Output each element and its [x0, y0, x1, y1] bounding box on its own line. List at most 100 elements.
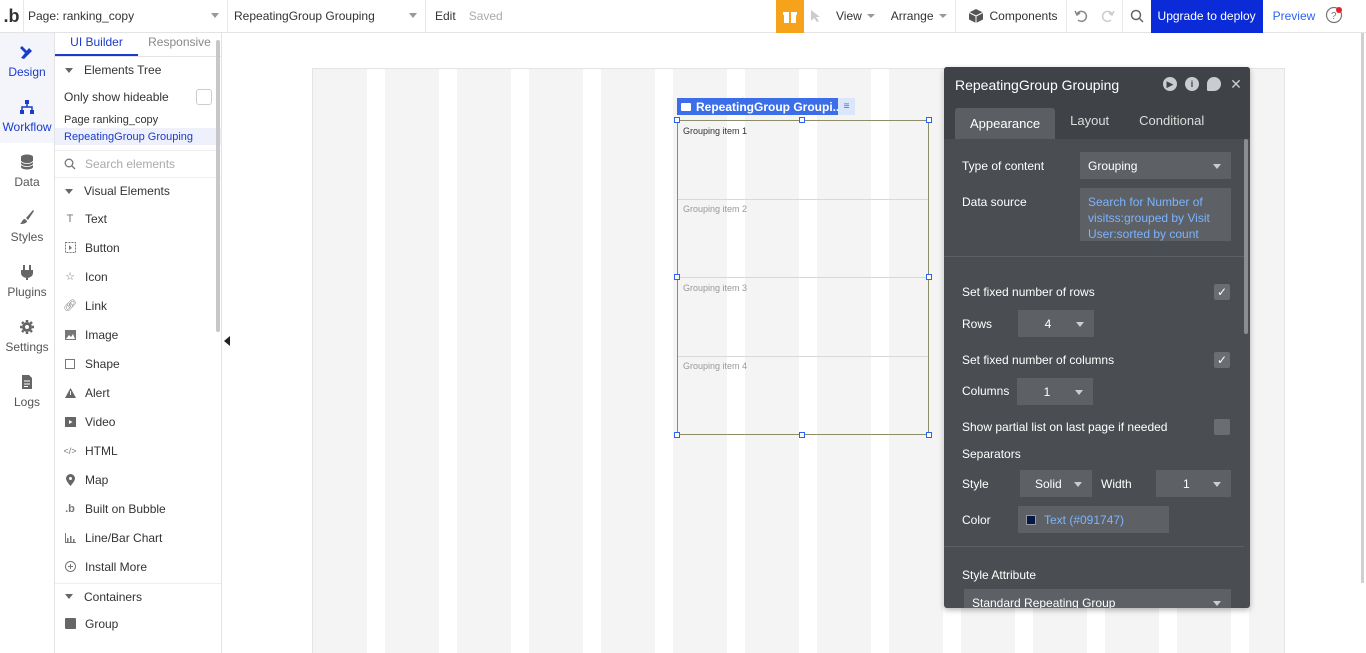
search-elements-input[interactable]: Search elements: [85, 157, 175, 171]
element-chart[interactable]: Line/Bar Chart: [55, 523, 221, 552]
only-show-hideable-checkbox[interactable]: [196, 89, 212, 105]
element-video[interactable]: Video: [55, 407, 221, 436]
comment-icon[interactable]: [1207, 77, 1221, 91]
warning-icon: [64, 387, 76, 399]
rail-plugins[interactable]: Plugins: [0, 253, 54, 308]
list-item[interactable]: Grouping item 1: [678, 121, 928, 200]
property-editor: RepeatingGroup Grouping ▶ i ✕ Appearance…: [944, 67, 1250, 608]
svg-text:?: ?: [1331, 11, 1337, 22]
rows-select[interactable]: 4: [1018, 310, 1094, 337]
repeating-group-grouping[interactable]: Grouping item 1 Grouping item 2 Grouping…: [677, 120, 929, 435]
rail-data[interactable]: Data: [0, 143, 54, 198]
tab-ui-builder[interactable]: UI Builder: [55, 33, 138, 56]
element-alert[interactable]: Alert: [55, 378, 221, 407]
rail-settings[interactable]: Settings: [0, 308, 54, 363]
resize-handle[interactable]: [926, 432, 932, 438]
resize-handle[interactable]: [799, 117, 805, 123]
separator-width-select[interactable]: 1: [1156, 470, 1231, 497]
rail-styles[interactable]: Styles: [0, 198, 54, 253]
close-icon[interactable]: ✕: [1229, 76, 1243, 92]
property-editor-scrollbar[interactable]: [1244, 139, 1248, 334]
fixed-columns-checkbox[interactable]: ✓: [1214, 352, 1230, 368]
element-install-more[interactable]: Install More: [55, 552, 221, 581]
undo-icon[interactable]: [1067, 0, 1095, 33]
resize-handle[interactable]: [926, 274, 932, 280]
style-label: Style: [962, 477, 989, 491]
element-icon[interactable]: ☆ Icon: [55, 262, 221, 291]
tab-conditional[interactable]: Conditional: [1124, 102, 1219, 139]
chevron-down-icon: [1076, 321, 1084, 327]
info-icon[interactable]: i: [1185, 77, 1199, 91]
partial-list-label: Show partial list on last page if needed: [962, 420, 1168, 434]
tab-responsive[interactable]: Responsive: [138, 33, 221, 56]
preview-link[interactable]: Preview: [1263, 9, 1326, 23]
element-link[interactable]: 🔗︎ Link: [55, 291, 221, 320]
chevron-down-icon: [65, 594, 73, 599]
fixed-rows-checkbox[interactable]: ✓: [1214, 284, 1230, 300]
cursor-icon[interactable]: [804, 0, 828, 33]
resize-handle[interactable]: [674, 117, 680, 123]
tab-appearance[interactable]: Appearance: [955, 108, 1056, 139]
rail-workflow[interactable]: Workflow: [0, 88, 54, 143]
list-item[interactable]: Grouping item 3: [678, 278, 928, 357]
element-text[interactable]: T Text: [55, 204, 221, 233]
search-elements[interactable]: Search elements: [55, 150, 221, 178]
element-image[interactable]: Image: [55, 320, 221, 349]
repeating-group-tag[interactable]: RepeatingGroup Groupi...: [677, 98, 847, 115]
edit-label[interactable]: Edit: [435, 9, 456, 23]
help-icon[interactable]: ?: [1325, 6, 1345, 26]
collapse-panel-icon[interactable]: [224, 336, 230, 346]
edit-status: Edit Saved: [426, 0, 776, 33]
element-html[interactable]: </> HTML: [55, 436, 221, 465]
panel-scrollbar[interactable]: [216, 40, 220, 332]
list-item[interactable]: Grouping item 4: [678, 356, 928, 435]
resize-handle[interactable]: [926, 117, 932, 123]
separator-color-picker[interactable]: Text (#091747): [1018, 506, 1169, 533]
rail-design[interactable]: Design: [0, 33, 54, 88]
element-dropdown[interactable]: RepeatingGroup Grouping: [228, 0, 426, 33]
tab-layout[interactable]: Layout: [1055, 102, 1124, 139]
resize-handle[interactable]: [674, 432, 680, 438]
text-icon: T: [66, 212, 74, 225]
arrange-menu[interactable]: Arrange: [883, 0, 956, 33]
separator-style-select[interactable]: Solid: [1020, 470, 1092, 497]
resize-handle[interactable]: [799, 432, 805, 438]
element-button[interactable]: Button: [55, 233, 221, 262]
bubble-logo-icon: .b: [65, 502, 75, 515]
chevron-down-icon: [1074, 481, 1082, 487]
redo-icon[interactable]: [1095, 0, 1123, 33]
element-shape[interactable]: Shape: [55, 349, 221, 378]
upgrade-button[interactable]: Upgrade to deploy: [1150, 0, 1263, 33]
tree-item-repeating-group[interactable]: RepeatingGroup Grouping: [55, 128, 221, 145]
visual-elements-header[interactable]: Visual Elements: [55, 178, 221, 204]
stack-icon[interactable]: ≡: [838, 98, 855, 115]
data-source-expression[interactable]: Search for Number of visitss:grouped by …: [1080, 188, 1231, 241]
bubble-logo[interactable]: .b: [0, 0, 24, 33]
view-menu[interactable]: View: [828, 0, 883, 33]
tree-item-page[interactable]: Page ranking_copy: [55, 111, 221, 128]
elements-tree-header[interactable]: Elements Tree: [55, 57, 221, 83]
plug-icon: [18, 263, 36, 281]
element-built-on-bubble[interactable]: .b Built on Bubble: [55, 494, 221, 523]
canvas-scrollbar[interactable]: [1361, 33, 1364, 583]
columns-select[interactable]: 1: [1017, 378, 1093, 405]
containers-header[interactable]: Containers: [55, 583, 221, 609]
components-button[interactable]: Components: [956, 0, 1067, 33]
resize-handle[interactable]: [674, 274, 680, 280]
search-icon[interactable]: [1123, 0, 1151, 33]
list-item[interactable]: Grouping item 2: [678, 199, 928, 278]
property-editor-header[interactable]: RepeatingGroup Grouping ▶ i ✕: [944, 67, 1250, 102]
element-group[interactable]: Group: [55, 609, 221, 638]
gift-icon[interactable]: [776, 0, 804, 33]
top-bar: .b Page: ranking_copy RepeatingGroup Gro…: [0, 0, 1366, 33]
play-icon[interactable]: ▶: [1163, 77, 1177, 91]
partial-list-checkbox[interactable]: [1214, 419, 1230, 435]
rail-logs[interactable]: Logs: [0, 363, 54, 418]
link-icon: 🔗︎: [63, 300, 77, 312]
image-icon: [64, 329, 76, 341]
page-dropdown[interactable]: Page: ranking_copy: [24, 0, 228, 33]
element-map[interactable]: Map: [55, 465, 221, 494]
style-attribute-select[interactable]: Standard Repeating Group: [964, 589, 1231, 608]
type-of-content-select[interactable]: Grouping: [1080, 152, 1231, 179]
grid-column: [439, 69, 457, 653]
